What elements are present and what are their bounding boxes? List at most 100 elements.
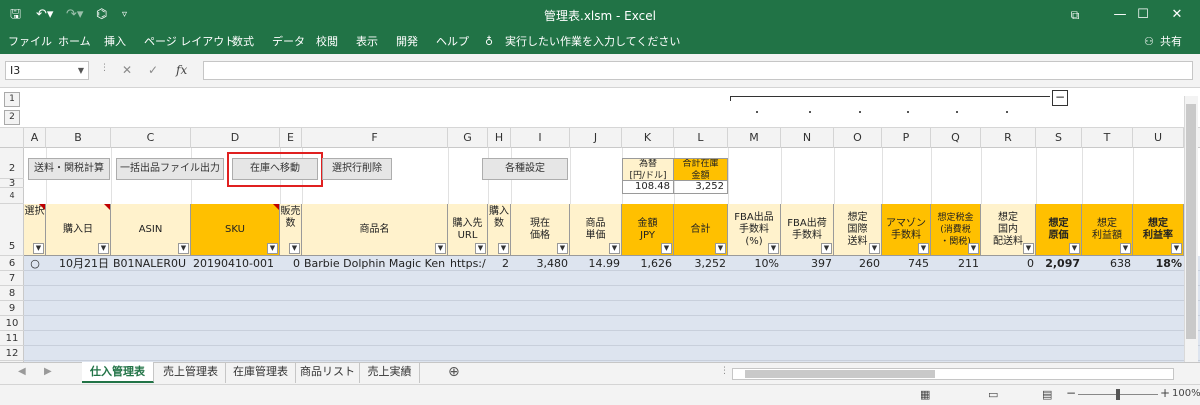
filter-dropdown-icon[interactable]: ▼ xyxy=(475,243,486,254)
add-sheet-icon[interactable]: ⊕ xyxy=(448,364,460,380)
row-header[interactable]: 5 xyxy=(0,204,24,256)
filter-dropdown-icon[interactable]: ▼ xyxy=(1069,243,1080,254)
vertical-scroll-thumb[interactable] xyxy=(1186,104,1196,339)
cell-source-url[interactable]: https:/ xyxy=(448,256,488,271)
tab-home[interactable]: ホーム xyxy=(58,34,91,50)
row-header[interactable]: 6 xyxy=(0,256,24,271)
column-header[interactable]: J xyxy=(570,128,622,148)
filter-dropdown-icon[interactable]: ▼ xyxy=(267,243,278,254)
table-row[interactable] xyxy=(24,301,1200,316)
column-header[interactable]: H xyxy=(488,128,511,148)
cell-estimated-cost[interactable]: 2,097 xyxy=(1036,256,1082,271)
filter-dropdown-icon[interactable]: ▼ xyxy=(715,243,726,254)
column-header[interactable]: T xyxy=(1082,128,1133,148)
collapse-group-button[interactable]: − xyxy=(1052,90,1068,106)
cell-estimated-profit[interactable]: 638 xyxy=(1082,256,1133,271)
ribbon-display-icon[interactable]: ⧉ xyxy=(1052,0,1098,30)
zoom-level[interactable]: 100% xyxy=(1172,388,1200,399)
filter-dropdown-icon[interactable]: ▼ xyxy=(498,243,509,254)
column-header[interactable]: K xyxy=(622,128,674,148)
table-row[interactable] xyxy=(24,331,1200,346)
delete-rows-button[interactable]: 選択行削除 xyxy=(322,158,392,180)
column-header[interactable]: A xyxy=(24,128,46,148)
filter-dropdown-icon[interactable]: ▼ xyxy=(1120,243,1131,254)
cell-estimated-tax[interactable]: 211 xyxy=(931,256,981,271)
share-button[interactable]: 共有 xyxy=(1160,34,1182,50)
bulk-export-button[interactable]: 一括出品ファイル出力 xyxy=(116,158,224,180)
share-icon[interactable]: ⚇ xyxy=(1144,34,1154,50)
cell-quantity[interactable]: 2 xyxy=(488,256,511,271)
column-header[interactable]: G xyxy=(448,128,488,148)
tab-review[interactable]: 校閲 xyxy=(316,34,338,50)
tell-me-search[interactable]: 実行したい作業を入力してください xyxy=(505,34,680,50)
page-break-view-icon[interactable]: ▤ xyxy=(1042,388,1052,401)
filter-dropdown-icon[interactable]: ▼ xyxy=(289,243,300,254)
filter-dropdown-icon[interactable]: ▼ xyxy=(1023,243,1034,254)
filter-dropdown-icon[interactable]: ▼ xyxy=(821,243,832,254)
zoom-slider-thumb[interactable] xyxy=(1116,389,1120,400)
sheet-tab-purchase[interactable]: 仕入管理表 xyxy=(82,362,154,383)
close-button[interactable]: ✕ xyxy=(1154,0,1200,30)
filter-dropdown-icon[interactable]: ▼ xyxy=(557,243,568,254)
row-header[interactable]: 9 xyxy=(0,301,24,316)
stock-value[interactable]: 3,252 xyxy=(674,181,728,194)
cell-product-name[interactable]: Barbie Dolphin Magic Ken Do xyxy=(302,256,448,271)
zoom-in-button[interactable]: + xyxy=(1160,386,1170,400)
filter-dropdown-icon[interactable]: ▼ xyxy=(98,243,109,254)
normal-view-icon[interactable]: ▦ xyxy=(920,388,930,401)
column-header[interactable]: P xyxy=(882,128,931,148)
cell-fba-fee-rate[interactable]: 10% xyxy=(728,256,781,271)
filter-dropdown-icon[interactable]: ▼ xyxy=(968,243,979,254)
row-header[interactable]: 12 xyxy=(0,346,24,361)
cell-profit-rate[interactable]: 18% xyxy=(1133,256,1184,271)
sheet-tab-sales[interactable]: 売上管理表 xyxy=(156,362,226,383)
cancel-icon[interactable]: ✕ xyxy=(122,63,132,77)
column-header[interactable]: N xyxy=(781,128,834,148)
column-header[interactable]: O xyxy=(834,128,882,148)
cell-amount-jpy[interactable]: 1,626 xyxy=(622,256,674,271)
tab-view[interactable]: 表示 xyxy=(356,34,378,50)
tab-file[interactable]: ファイル xyxy=(8,34,52,50)
column-header[interactable]: B xyxy=(46,128,111,148)
name-box[interactable]: I3 ▼ xyxy=(5,61,89,80)
tab-insert[interactable]: 挿入 xyxy=(104,34,126,50)
sheet-tab-results[interactable]: 売上実績 xyxy=(360,362,420,383)
column-header[interactable]: Q xyxy=(931,128,981,148)
cell-current-price[interactable]: 3,480 xyxy=(511,256,570,271)
cell-total[interactable]: 3,252 xyxy=(674,256,728,271)
filter-dropdown-icon[interactable]: ▼ xyxy=(435,243,446,254)
outline-level-1[interactable]: 1 xyxy=(4,92,20,107)
settings-button[interactable]: 各種設定 xyxy=(482,158,568,180)
filter-dropdown-icon[interactable]: ▼ xyxy=(918,243,929,254)
tab-scroll-right-icon[interactable]: ▶ xyxy=(44,366,52,377)
rate-value[interactable]: 108.48 xyxy=(622,181,674,194)
cell-sold[interactable]: 0 xyxy=(280,256,302,271)
outline-level-2[interactable]: 2 xyxy=(4,110,20,125)
horizontal-scroll-thumb[interactable] xyxy=(745,370,935,378)
tab-scroll-left-icon[interactable]: ◀ xyxy=(18,366,26,377)
cell-purchase-date[interactable]: 10月21日 xyxy=(46,256,111,271)
table-row[interactable] xyxy=(24,316,1200,331)
filter-dropdown-icon[interactable]: ▼ xyxy=(869,243,880,254)
cell-amazon-fee[interactable]: 745 xyxy=(882,256,931,271)
cell-asin[interactable]: B01NALER0U xyxy=(111,256,191,271)
column-header[interactable]: F xyxy=(302,128,448,148)
zoom-out-button[interactable]: − xyxy=(1066,386,1076,400)
column-header[interactable]: E xyxy=(280,128,302,148)
tab-formulas[interactable]: 数式 xyxy=(232,34,254,50)
page-layout-view-icon[interactable]: ▭ xyxy=(988,388,998,401)
tab-page-layout[interactable]: ページ レイアウト xyxy=(144,34,235,50)
tab-data[interactable]: データ xyxy=(272,34,305,50)
cell-unit-price[interactable]: 14.99 xyxy=(570,256,622,271)
table-row[interactable] xyxy=(24,271,1200,286)
row-header[interactable]: 8 xyxy=(0,286,24,301)
filter-dropdown-icon[interactable]: ▼ xyxy=(1171,243,1182,254)
function-icon[interactable]: fx xyxy=(176,63,187,77)
row-header[interactable]: 11 xyxy=(0,331,24,346)
column-header[interactable]: R xyxy=(981,128,1036,148)
row-header[interactable]: 10 xyxy=(0,316,24,331)
chevron-down-icon[interactable]: ▼ xyxy=(78,62,84,79)
cell-sku[interactable]: 20190410-001 xyxy=(191,256,280,271)
column-header[interactable]: I xyxy=(511,128,570,148)
sheet-tab-stock[interactable]: 在庫管理表 xyxy=(226,362,296,383)
